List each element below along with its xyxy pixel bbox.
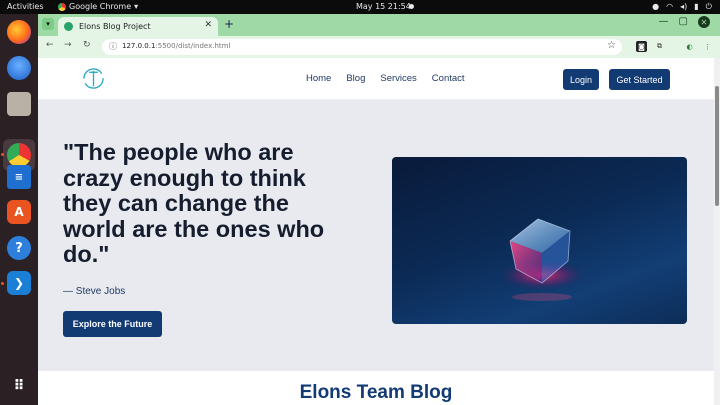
battery-icon: ▮: [694, 2, 699, 11]
favicon-icon: [64, 22, 73, 31]
page-scrollbar[interactable]: [714, 58, 720, 405]
browser-toolbar: ← → ↻ ⓘ 127.0.0.1:5500/dist/index.html ☆…: [38, 36, 720, 58]
chrome-icon: [58, 2, 66, 11]
system-top-bar: Activities Google Chrome ▾ May 15 21:54 …: [0, 0, 720, 14]
writer-icon[interactable]: ≡: [7, 165, 31, 189]
thunderbird-icon[interactable]: [7, 56, 31, 80]
minimize-icon[interactable]: —: [659, 16, 669, 28]
volume-icon: ◂): [680, 2, 688, 11]
browser-window: ▾ Elons Blog Project ✕ + — ▢ ✕ ← → ↻ ⓘ 1…: [38, 14, 720, 405]
tab-title: Elons Blog Project: [79, 22, 151, 31]
site-nav: Home Blog Services Contact: [306, 73, 465, 84]
forward-icon[interactable]: →: [64, 40, 72, 50]
get-started-button[interactable]: Get Started: [609, 69, 670, 90]
vscode-icon[interactable]: ❯: [7, 271, 31, 295]
hero-author: — Steve Jobs: [63, 286, 126, 297]
show-apps-icon[interactable]: ⠿: [7, 374, 31, 398]
site-logo-icon[interactable]: [82, 67, 105, 90]
clock[interactable]: May 15 21:54: [356, 2, 411, 11]
activities-button[interactable]: Activities: [7, 2, 44, 11]
files-icon[interactable]: [7, 92, 31, 116]
help-icon[interactable]: ?: [7, 236, 31, 260]
running-indicator-icon: [1, 153, 4, 156]
tab-search-button[interactable]: ▾: [42, 18, 54, 30]
nav-home[interactable]: Home: [306, 73, 331, 84]
bookmark-star-icon[interactable]: ☆: [607, 40, 616, 51]
app-menu-label: Google Chrome: [69, 2, 132, 11]
url-host: 127.0.0.1: [122, 42, 156, 50]
nav-contact[interactable]: Contact: [432, 73, 465, 84]
hero-quote: "The people who are crazy enough to thin…: [63, 139, 325, 267]
dock: ≡ A ? ❯ ⠿: [0, 14, 38, 405]
address-bar[interactable]: ⓘ 127.0.0.1:5500/dist/index.html ☆: [102, 39, 622, 55]
url-path: :5500/dist/index.html: [155, 42, 231, 50]
chevron-down-icon: ▾: [134, 2, 139, 11]
url-text[interactable]: 127.0.0.1:5500/dist/index.html: [122, 42, 230, 50]
app-menu[interactable]: Google Chrome ▾: [58, 2, 138, 11]
tab-strip: ▾ Elons Blog Project ✕ + — ▢ ✕: [38, 14, 720, 36]
maximize-icon[interactable]: ▢: [679, 16, 688, 28]
notification-dot-icon: [409, 4, 414, 9]
profile-icon[interactable]: ◐: [684, 41, 695, 52]
hero-image: [392, 157, 687, 324]
browser-menu-icon[interactable]: ⋮: [702, 41, 713, 52]
glass-cube-image: [497, 218, 587, 301]
close-window-icon[interactable]: ✕: [698, 16, 710, 28]
blog-section: Elons Team Blog: [38, 371, 714, 405]
login-button[interactable]: Login: [563, 69, 599, 90]
tab-elons-blog[interactable]: Elons Blog Project ✕: [58, 17, 218, 36]
new-tab-button[interactable]: +: [224, 17, 234, 31]
explore-button[interactable]: Explore the Future: [63, 311, 162, 337]
wifi-icon: ◠: [666, 2, 674, 11]
site-info-icon[interactable]: ⓘ: [109, 41, 117, 52]
power-icon: ⏻: [705, 2, 712, 11]
extensions-puzzle-icon[interactable]: ⧉: [654, 41, 665, 52]
reload-icon[interactable]: ↻: [83, 40, 91, 50]
web-page: Home Blog Services Contact Login Get Sta…: [38, 58, 714, 405]
close-tab-icon[interactable]: ✕: [204, 20, 212, 30]
chrome-dock-icon[interactable]: [7, 143, 31, 167]
screen-record-icon: ●: [652, 2, 660, 11]
nav-blog[interactable]: Blog: [346, 73, 365, 84]
system-tray[interactable]: ● ◠ ◂) ▮ ⏻: [652, 2, 712, 12]
window-controls: — ▢ ✕: [659, 16, 710, 28]
running-indicator-icon: [1, 282, 4, 285]
back-icon[interactable]: ←: [46, 40, 54, 50]
section-title: Elons Team Blog: [299, 382, 453, 403]
software-center-icon[interactable]: A: [7, 200, 31, 224]
extension-icon[interactable]: ◙: [636, 41, 647, 52]
firefox-icon[interactable]: [7, 20, 31, 44]
scrollbar-thumb[interactable]: [715, 86, 719, 206]
nav-services[interactable]: Services: [380, 73, 416, 84]
site-header: Home Blog Services Contact Login Get Sta…: [38, 58, 714, 100]
